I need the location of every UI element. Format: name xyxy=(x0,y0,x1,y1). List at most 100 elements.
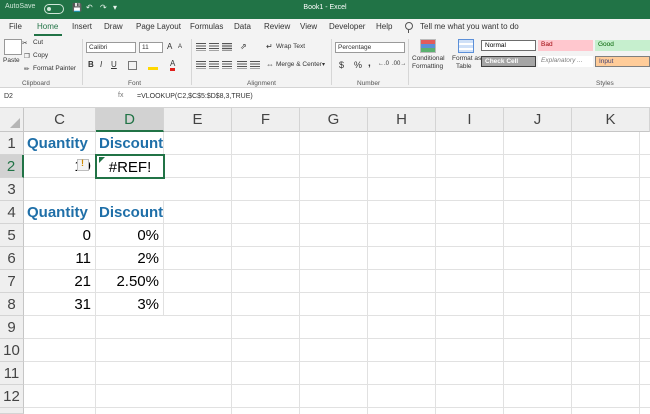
style-input[interactable]: Input xyxy=(595,56,650,67)
underline-button[interactable]: U xyxy=(111,60,117,69)
merge-icon[interactable]: ⇔ xyxy=(266,60,274,69)
cell-d7[interactable]: 2.50% xyxy=(96,270,164,293)
align-center-icon[interactable] xyxy=(209,61,219,69)
tab-file[interactable]: File xyxy=(9,22,22,31)
format-painter-button[interactable]: Format Painter xyxy=(33,65,76,72)
row-header[interactable]: 3 xyxy=(0,178,24,201)
bold-button[interactable]: B xyxy=(88,60,94,69)
cell-gridlines-right[interactable] xyxy=(164,132,650,414)
column-header-j[interactable]: J xyxy=(504,108,572,132)
tab-page-layout[interactable]: Page Layout xyxy=(136,22,181,31)
copy-button[interactable]: Copy xyxy=(33,52,48,59)
italic-button[interactable]: I xyxy=(100,60,102,69)
format-as-table-icon[interactable] xyxy=(458,39,474,53)
merge-center-button[interactable]: Merge & Center xyxy=(276,61,322,68)
style-check-cell[interactable]: Check Cell xyxy=(481,56,536,67)
wrap-text-icon[interactable]: ↵ xyxy=(266,42,273,51)
fill-color-icon[interactable] xyxy=(148,61,158,70)
font-name-select[interactable]: Calibri xyxy=(86,42,136,53)
style-good[interactable]: Good xyxy=(595,40,650,51)
cell-c6[interactable]: 11 xyxy=(24,247,96,270)
conditional-formatting-label-2[interactable]: Formatting xyxy=(412,63,443,70)
row-header[interactable]: 2 xyxy=(0,155,24,178)
wrap-text-button[interactable]: Wrap Text xyxy=(276,43,305,50)
brush-icon[interactable]: ✏ xyxy=(24,65,29,73)
row-header[interactable]: 5 xyxy=(0,224,24,247)
column-header-c[interactable]: C xyxy=(24,108,96,132)
align-middle-icon[interactable] xyxy=(209,43,219,51)
cell-c5[interactable]: 0 xyxy=(24,224,96,247)
row-header[interactable]: 4 xyxy=(0,201,24,224)
cell-d4[interactable]: Discount xyxy=(96,201,164,224)
format-as-table-label-2[interactable]: Table xyxy=(456,63,472,70)
conditional-formatting-label-1[interactable]: Conditional xyxy=(412,55,445,62)
row-header[interactable]: 10 xyxy=(0,339,24,362)
column-header-k[interactable]: K xyxy=(572,108,650,132)
tab-review[interactable]: Review xyxy=(264,22,290,31)
tab-draw[interactable]: Draw xyxy=(104,22,123,31)
cut-button[interactable]: Cut xyxy=(33,39,43,46)
orientation-icon[interactable]: ⇗ xyxy=(240,42,247,51)
column-header-g[interactable]: G xyxy=(300,108,368,132)
row-header[interactable]: 9 xyxy=(0,316,24,339)
comma-button[interactable]: , xyxy=(368,58,371,69)
tab-data[interactable]: Data xyxy=(234,22,251,31)
error-warning-icon[interactable] xyxy=(77,158,89,171)
tab-developer[interactable]: Developer xyxy=(329,22,365,31)
row-header[interactable]: 13 xyxy=(0,408,24,414)
paste-button[interactable]: Paste xyxy=(3,57,20,64)
align-left-icon[interactable] xyxy=(196,61,206,69)
merge-dropdown-icon[interactable]: ▾ xyxy=(322,61,325,68)
decrease-decimal-icon[interactable]: .00→ xyxy=(392,61,406,67)
copy-icon[interactable]: ❐ xyxy=(24,52,30,60)
tab-view[interactable]: View xyxy=(300,22,317,31)
style-normal[interactable]: Normal xyxy=(481,40,536,51)
cell-d6[interactable]: 2% xyxy=(96,247,164,270)
tab-formulas[interactable]: Formulas xyxy=(190,22,223,31)
number-format-select[interactable]: Percentage xyxy=(335,42,405,53)
align-right-icon[interactable] xyxy=(222,61,232,69)
cell-c1[interactable]: Quantity xyxy=(24,132,96,155)
row-header[interactable]: 6 xyxy=(0,247,24,270)
grow-font-button[interactable]: A xyxy=(167,42,172,51)
cell-d8[interactable]: 3% xyxy=(96,293,164,316)
row-header[interactable]: 11 xyxy=(0,362,24,385)
borders-icon[interactable] xyxy=(128,61,137,70)
align-bottom-icon[interactable] xyxy=(222,43,232,51)
column-header-e[interactable]: E xyxy=(164,108,232,132)
row-header[interactable]: 12 xyxy=(0,385,24,408)
column-header-f[interactable]: F xyxy=(232,108,300,132)
row-header[interactable]: 1 xyxy=(0,132,24,155)
tab-insert[interactable]: Insert xyxy=(72,22,92,31)
tell-me-search[interactable]: Tell me what you want to do xyxy=(420,22,519,31)
style-explanatory[interactable]: Explanatory ... xyxy=(538,56,593,67)
conditional-formatting-icon[interactable] xyxy=(420,39,436,53)
select-all-button[interactable] xyxy=(0,108,24,132)
cell-c4[interactable]: Quantity xyxy=(24,201,96,224)
tab-home[interactable]: Home xyxy=(37,22,58,31)
align-top-icon[interactable] xyxy=(196,43,206,51)
fx-icon[interactable]: fx xyxy=(118,92,123,99)
scissors-icon[interactable]: ✂ xyxy=(22,39,27,47)
shrink-font-button[interactable]: A xyxy=(178,44,182,50)
column-header-d[interactable]: D xyxy=(96,108,164,132)
cell-d5[interactable]: 0% xyxy=(96,224,164,247)
cell-c7[interactable]: 21 xyxy=(24,270,96,293)
row-header[interactable]: 8 xyxy=(0,293,24,316)
style-bad[interactable]: Bad xyxy=(538,40,593,51)
clipboard-icon[interactable] xyxy=(4,39,22,55)
column-header-h[interactable]: H xyxy=(368,108,436,132)
tab-help[interactable]: Help xyxy=(376,22,392,31)
formula-input[interactable]: =VLOOKUP(C2,$C$5:$D$8,3,TRUE) xyxy=(137,93,253,100)
percent-button[interactable]: % xyxy=(354,60,362,70)
currency-button[interactable]: $ xyxy=(339,60,344,70)
column-header-i[interactable]: I xyxy=(436,108,504,132)
increase-decimal-icon[interactable]: ←.0 xyxy=(378,61,389,67)
name-box[interactable]: D2 xyxy=(0,91,112,105)
font-color-button[interactable]: A xyxy=(170,59,176,71)
cell-d1[interactable]: Discount xyxy=(96,132,164,155)
cell-d2[interactable]: #REF! xyxy=(95,154,165,179)
cell-c8[interactable]: 31 xyxy=(24,293,96,316)
format-as-table-label-1[interactable]: Format as xyxy=(452,55,481,62)
row-header[interactable]: 7 xyxy=(0,270,24,293)
